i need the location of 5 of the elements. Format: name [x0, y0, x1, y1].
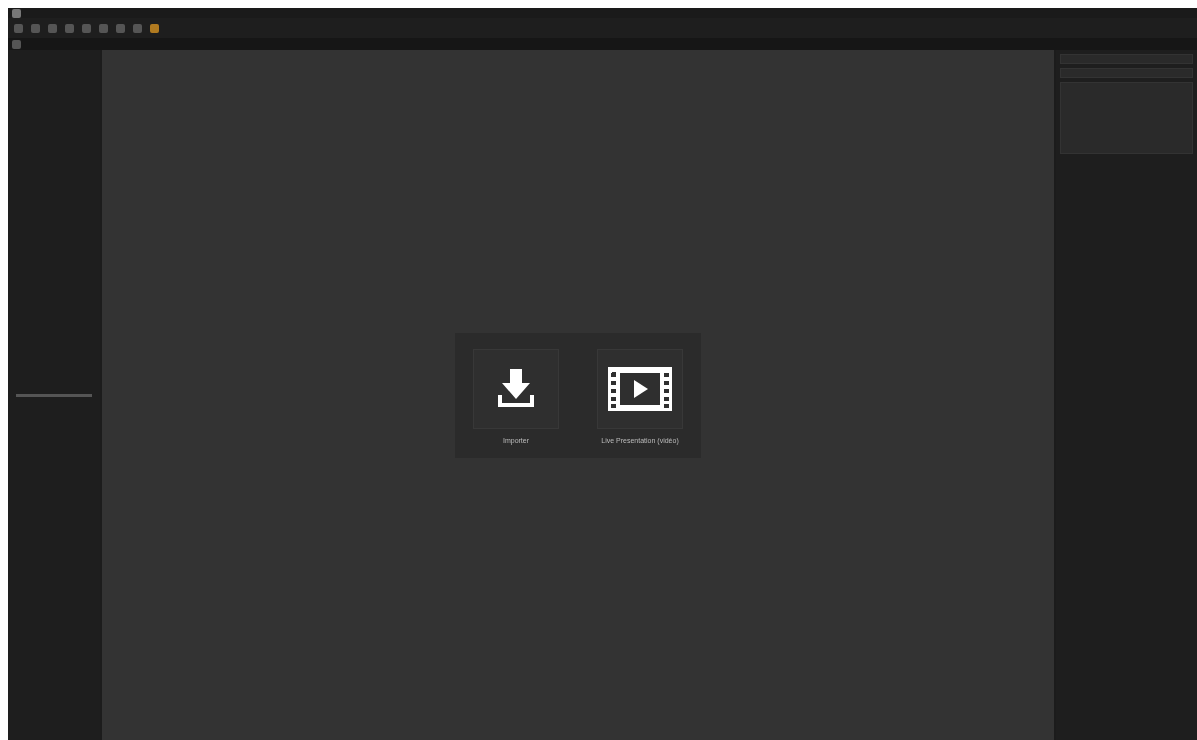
panel-icon[interactable] — [12, 39, 21, 49]
film-play-icon — [608, 366, 672, 411]
panel-divider-handle[interactable] — [16, 393, 92, 397]
app-logo-icon — [12, 8, 21, 18]
download-icon — [498, 368, 534, 409]
